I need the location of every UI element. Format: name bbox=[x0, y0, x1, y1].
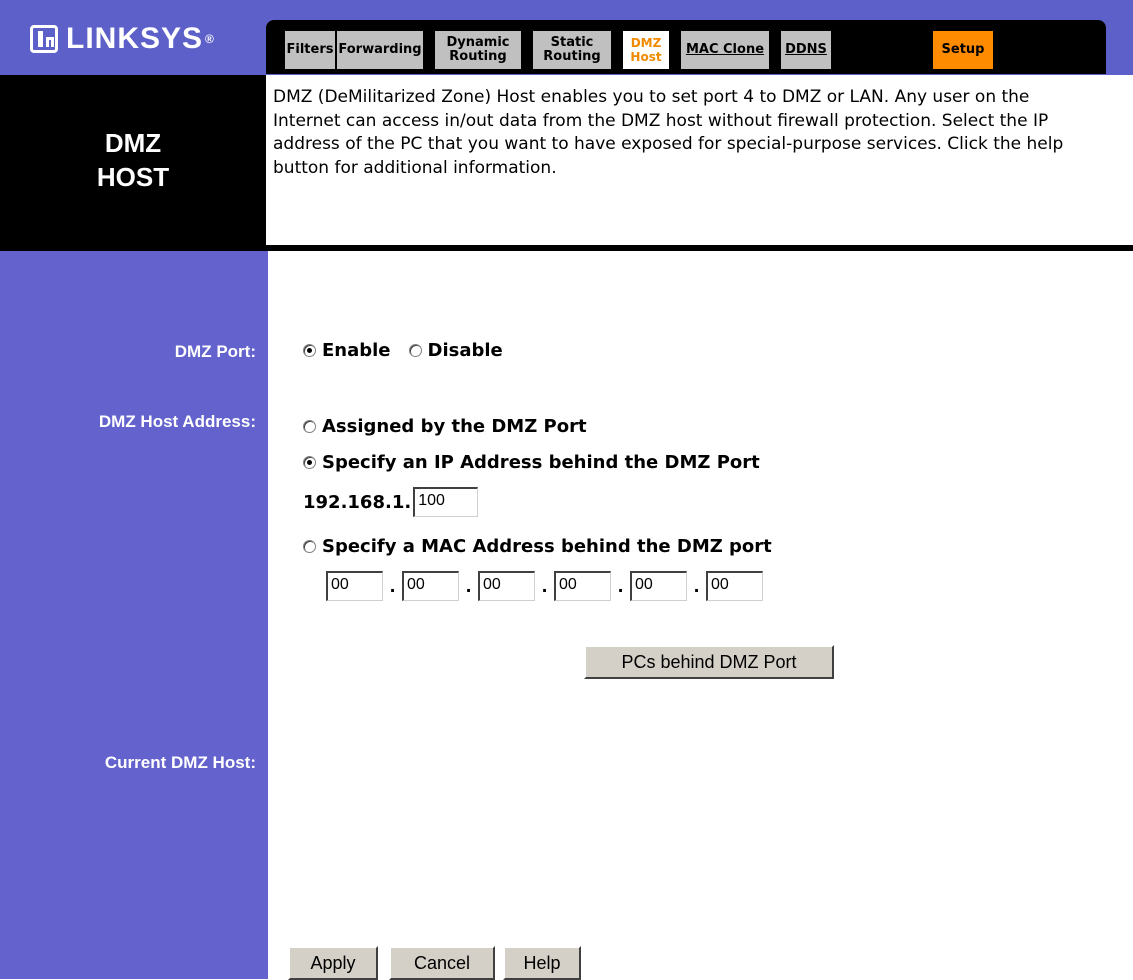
tab-setup[interactable]: Setup bbox=[932, 30, 994, 70]
mac-octet-field[interactable]: 00 bbox=[706, 571, 763, 601]
mac-address-row: 00 . 00 . 00 . 00 . 00 . 00 bbox=[326, 571, 763, 601]
mac-separator: . bbox=[693, 576, 700, 596]
mac-separator: . bbox=[541, 576, 548, 596]
mac-octet-field[interactable]: 00 bbox=[478, 571, 535, 601]
ip-address-row: 192.168.1. 100 bbox=[303, 487, 479, 517]
tab-mac-clone[interactable]: MAC Clone bbox=[680, 30, 770, 70]
tab-forwarding[interactable]: Forwarding bbox=[336, 30, 424, 70]
tab-ddns[interactable]: DDNS bbox=[780, 30, 832, 70]
specify-ip-option: Specify an IP Address behind the DMZ Por… bbox=[303, 452, 760, 473]
linksys-logo: LINKSYS ® bbox=[30, 22, 215, 56]
linksys-logo-icon bbox=[30, 25, 58, 53]
dmz-host-address-label: DMZ Host Address: bbox=[98, 412, 256, 431]
label-column: DMZ Port: DMZ Host Address: Current DMZ … bbox=[0, 251, 268, 979]
specify-mac-option: Specify a MAC Address behind the DMZ por… bbox=[303, 536, 772, 557]
mac-octet-field[interactable]: 00 bbox=[630, 571, 687, 601]
disable-label: Disable bbox=[427, 340, 503, 361]
enable-label: Enable bbox=[322, 340, 391, 361]
specify-mac-radio[interactable] bbox=[303, 540, 316, 553]
mac-octet-field[interactable]: 00 bbox=[554, 571, 611, 601]
tab-dmz-host[interactable]: DMZ Host bbox=[622, 30, 670, 70]
tab-filters[interactable]: Filters bbox=[284, 30, 336, 70]
brand-name: LINKSYS bbox=[66, 22, 204, 55]
disable-radio[interactable] bbox=[408, 344, 422, 357]
dmz-port-options: Enable Disable bbox=[303, 340, 503, 361]
tab-strip: Filters Forwarding Dynamic Routing Stati… bbox=[266, 20, 1106, 74]
pcs-behind-dmz-button[interactable]: PCs behind DMZ Port bbox=[584, 645, 834, 679]
ip-prefix: 192.168.1. bbox=[303, 491, 412, 513]
mac-octet-field[interactable]: 00 bbox=[402, 571, 459, 601]
cancel-button[interactable]: Cancel bbox=[389, 946, 495, 980]
current-dmz-host-label: Current DMZ Host: bbox=[104, 753, 256, 772]
dmz-port-label: DMZ Port: bbox=[174, 342, 256, 361]
assigned-label: Assigned by the DMZ Port bbox=[322, 416, 587, 437]
mac-separator: . bbox=[389, 576, 396, 596]
page-title: DMZ HOST bbox=[0, 75, 266, 245]
mac-separator: . bbox=[617, 576, 624, 596]
assigned-radio[interactable] bbox=[303, 420, 316, 433]
section-description: DMZ (DeMilitarized Zone) Host enables yo… bbox=[273, 87, 1064, 178]
enable-radio[interactable] bbox=[303, 344, 316, 357]
tab-dynamic-routing[interactable]: Dynamic Routing bbox=[434, 30, 522, 70]
apply-button[interactable]: Apply bbox=[288, 946, 378, 980]
help-button[interactable]: Help bbox=[503, 946, 581, 980]
ip-last-octet-field[interactable]: 100 bbox=[413, 487, 479, 517]
specify-ip-radio[interactable] bbox=[303, 456, 316, 469]
specify-ip-label: Specify an IP Address behind the DMZ Por… bbox=[322, 452, 760, 473]
assigned-option: Assigned by the DMZ Port bbox=[303, 416, 587, 437]
mac-separator: . bbox=[465, 576, 472, 596]
tab-static-routing[interactable]: Static Routing bbox=[532, 30, 612, 70]
registered-mark: ® bbox=[205, 32, 215, 46]
specify-mac-label: Specify a MAC Address behind the DMZ por… bbox=[322, 536, 772, 557]
mac-octet-field[interactable]: 00 bbox=[326, 571, 383, 601]
